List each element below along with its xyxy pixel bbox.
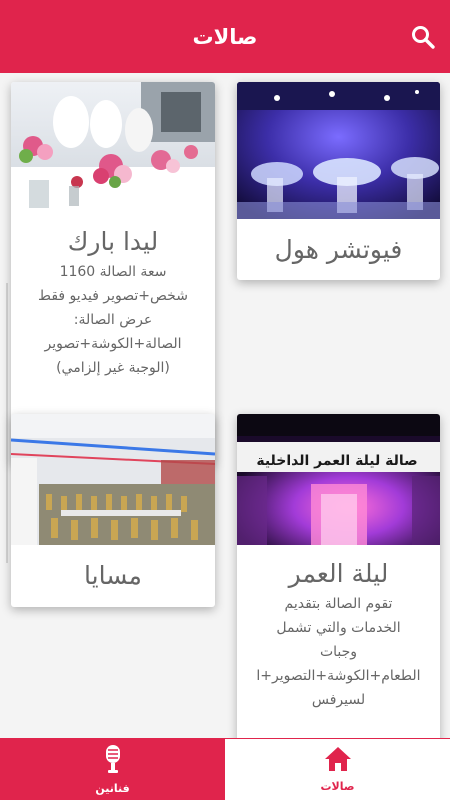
hall-name: ليدا بارك [67, 227, 159, 256]
hall-card-masaya[interactable]: مسايا [11, 414, 215, 607]
desc-line: الخدمات والتي تشمل [276, 620, 401, 636]
desc-line: شخص+تصوير فيديو فقط [38, 288, 188, 304]
hall-name: فيوتشر هول [274, 235, 403, 264]
desc-line: الطعام+الكوشة+التصوير+ا [256, 668, 421, 684]
hall-card-future-hall[interactable]: فيوتشر هول [237, 82, 440, 280]
nav-tab-label: صالات [320, 780, 355, 793]
search-icon[interactable] [410, 24, 436, 50]
hall-card-lida-park[interactable]: ليدا بارك سعة الصالة 1160 شخص+تصوير فيدي… [11, 82, 215, 464]
desc-line: الصالة+الكوشة+تصوير [44, 336, 182, 352]
hall-photo [237, 82, 440, 219]
microphone-icon [102, 744, 124, 778]
nav-tab-halls[interactable]: صالات [225, 738, 450, 800]
hall-photo [11, 82, 215, 213]
nav-tab-label: فنانين [95, 781, 130, 795]
desc-line: لسيرفس [311, 692, 366, 708]
desc-line: عرض الصالة: [73, 312, 153, 328]
hall-card-laylat-al-omr[interactable]: صالة ليلة العمر الداخلية ليلة العمر تقوم… [237, 414, 440, 794]
hall-photo [11, 414, 215, 545]
desc-line: وجبات [319, 644, 358, 660]
home-icon [324, 746, 352, 776]
hall-photo: صالة ليلة العمر الداخلية [237, 414, 440, 545]
hall-description: تقوم الصالة بتقديم الخدمات والتي تشمل وج… [237, 592, 440, 712]
hall-description: سعة الصالة 1160 شخص+تصوير فيديو فقط عرض … [11, 260, 215, 380]
scrollbar[interactable] [6, 283, 8, 563]
hall-sign-text: صالة ليلة العمر الداخلية [256, 453, 417, 469]
bottom-nav: فنانين صالات [0, 738, 450, 800]
desc-line: سعة الصالة 1160 [59, 264, 167, 280]
hall-name: ليلة العمر [288, 559, 389, 588]
halls-grid: ليدا بارك سعة الصالة 1160 شخص+تصوير فيدي… [0, 73, 450, 794]
desc-line: (الوجبة غير إلزامي) [56, 360, 170, 376]
app-bar: صالات [0, 0, 450, 73]
nav-tab-artists[interactable]: فنانين [0, 738, 225, 800]
page-title: صالات [192, 24, 258, 49]
desc-line: تقوم الصالة بتقديم [284, 596, 393, 612]
hall-name: مسايا [84, 561, 142, 590]
